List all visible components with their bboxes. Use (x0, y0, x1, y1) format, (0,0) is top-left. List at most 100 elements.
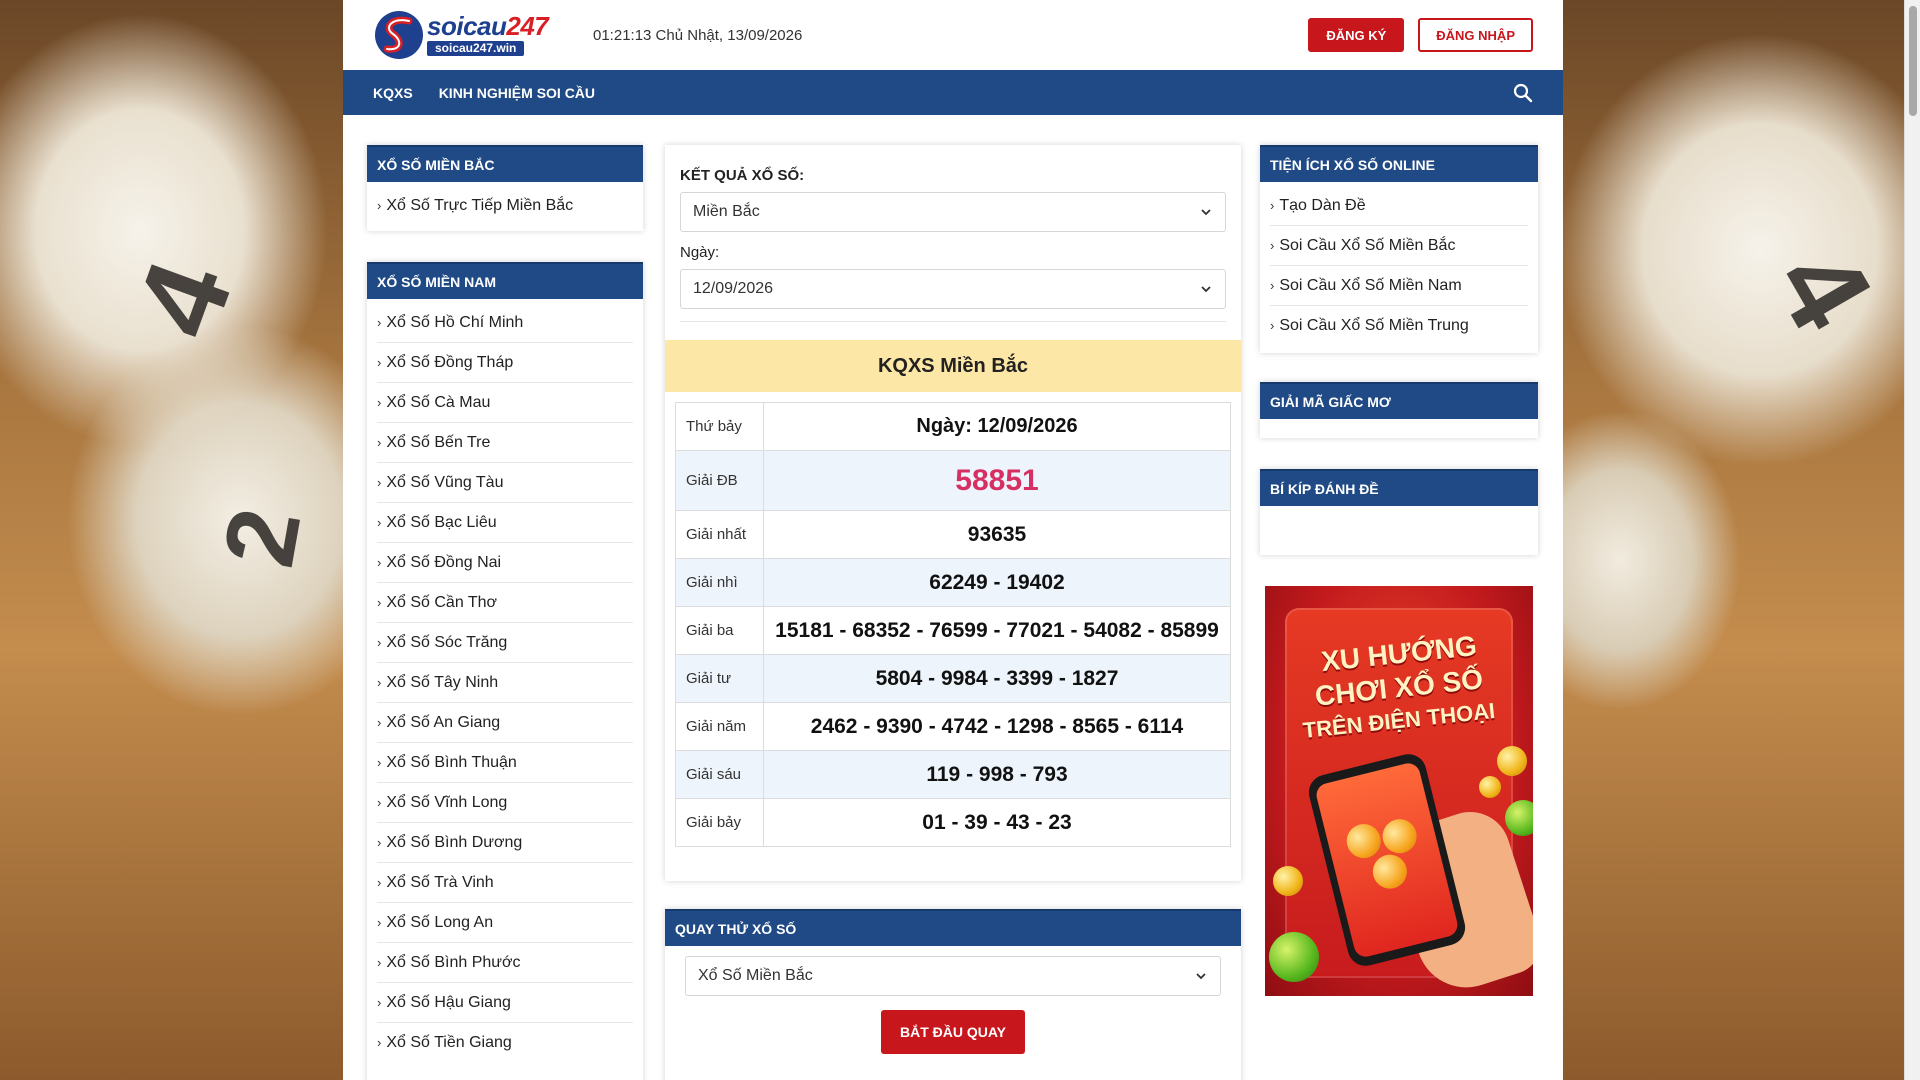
prize-label: Giải năm (675, 702, 764, 751)
chevron-right-icon: › (377, 515, 382, 530)
chevron-right-icon: › (377, 915, 382, 930)
link-tra-vinh[interactable]: › Xổ Số Trà Vinh (377, 863, 633, 903)
result-title: KQXS Miền Bắc (665, 340, 1241, 392)
lottery-ball-decoration (1269, 932, 1319, 982)
divider (680, 321, 1226, 322)
table-row: Giải sáu 119 - 998 - 793 (675, 750, 1231, 799)
chevron-right-icon: › (377, 715, 382, 730)
link-binh-thuan[interactable]: › Xổ Số Bình Thuận (377, 743, 633, 783)
spin-select[interactable]: Xổ Số Miền Bắc (685, 956, 1221, 996)
date-cell: Ngày: 12/09/2026 (763, 402, 1231, 451)
link-tao-dan-de[interactable]: › Tạo Dàn Đề (1270, 186, 1528, 226)
chevron-right-icon: › (377, 435, 382, 450)
link-soi-cau-mien-trung[interactable]: › Soi Cầu Xổ Số Miền Trung (1270, 306, 1528, 346)
link-tay-ninh[interactable]: › Xổ Số Tây Ninh (377, 663, 633, 703)
link-binh-duong[interactable]: › Xổ Số Bình Dương (377, 823, 633, 863)
spin-panel: QUAY THỬ XỔ SỐ Xổ Số Miền Bắc BẮT ĐẦU QU… (665, 909, 1241, 1080)
table-row: Giải nhì 62249 - 19402 (675, 558, 1231, 607)
date-select-value: 12/09/2026 (693, 280, 774, 297)
link-bac-lieu[interactable]: › Xổ Số Bạc Liêu (377, 503, 633, 543)
box-mien-nam: XỔ SỐ MIỀN NAM › Xổ Số Hồ Chí Minh › Xổ Số… (367, 262, 643, 1080)
chevron-right-icon: › (377, 675, 382, 690)
box-title: TIỆN ÍCH XỔ SỐ ONLINE (1260, 145, 1538, 182)
link-tien-giang[interactable]: › Xổ Số Tiền Giang (377, 1023, 633, 1063)
prize-label: Giải nhì (675, 558, 764, 607)
logo-url: soicau247.win (427, 41, 525, 56)
region-select[interactable]: Miền Bắc (680, 192, 1226, 232)
date-select[interactable]: 12/09/2026 (680, 269, 1226, 309)
box-tools: TIỆN ÍCH XỔ SỐ ONLINE › Tạo Dàn Đề › Soi C… (1260, 145, 1538, 353)
coin-decoration (1479, 776, 1501, 798)
box-title[interactable]: GIẢI MÃ GIẤC MƠ (1260, 382, 1538, 419)
chevron-right-icon: › (377, 995, 382, 1010)
link-dong-thap[interactable]: › Xổ Số Đồng Tháp (377, 343, 633, 383)
lottery-ball-decoration: 2 (202, 500, 323, 575)
coin-decoration (1497, 746, 1527, 776)
day-cell: Thứ bảy (675, 402, 764, 451)
prize-label: Giải bảy (675, 798, 764, 847)
link-ca-mau[interactable]: › Xổ Số Cà Mau (377, 383, 633, 423)
scrollbar-thumb[interactable] (1909, 6, 1917, 116)
chevron-right-icon: › (377, 475, 382, 490)
table-row: Giải ba 15181 - 68352 - 76599 - 77021 - … (675, 606, 1231, 655)
logo-name: soicau247 (427, 11, 549, 41)
table-row: Giải tư 5804 - 9984 - 3399 - 1827 (675, 654, 1231, 703)
link-truc-tiep-mien-bac[interactable]: › Xổ Số Trực Tiếp Miền Bắc (377, 186, 633, 226)
link-can-tho[interactable]: › Xổ Số Cần Thơ (377, 583, 633, 623)
table-row: Giải bảy 01 - 39 - 43 - 23 (675, 798, 1231, 847)
spin-select-value: Xổ Số Miền Bắc (698, 967, 813, 984)
date-label: Ngày: (680, 244, 720, 261)
chevron-right-icon: › (1270, 238, 1275, 253)
table-row: Thứ bảy Ngày: 12/09/2026 (675, 402, 1231, 451)
link-ho-chi-minh[interactable]: › Xổ Số Hồ Chí Minh (377, 303, 633, 343)
box-title[interactable]: BÍ KÍP ĐÁNH ĐỀ (1260, 469, 1538, 506)
coin-decoration (1273, 866, 1303, 896)
search-icon[interactable] (1513, 83, 1533, 103)
box-mien-bac: XỔ SỐ MIỀN BẮC › Xổ Số Trực Tiếp Miền Bắc (367, 145, 643, 231)
link-binh-phuoc[interactable]: › Xổ Số Bình Phước (377, 943, 633, 983)
link-an-giang[interactable]: › Xổ Số An Giang (377, 703, 633, 743)
register-button[interactable]: ĐĂNG KÝ (1308, 18, 1405, 52)
chevron-right-icon: › (377, 595, 382, 610)
chevron-down-icon (1201, 209, 1211, 216)
chevron-right-icon: › (1270, 318, 1275, 333)
result-table: Thứ bảy Ngày: 12/09/2026 Giải ĐB 58851 G… (675, 402, 1231, 847)
chevron-right-icon: › (377, 355, 382, 370)
table-row: Giải nhất 93635 (675, 510, 1231, 559)
prize-value: 01 - 39 - 43 - 23 (763, 798, 1231, 847)
prize-label: Giải ba (675, 606, 764, 655)
link-vinh-long[interactable]: › Xổ Số Vĩnh Long (377, 783, 633, 823)
prize-value: 62249 - 19402 (763, 558, 1231, 607)
nav-item-kinh-nghiem[interactable]: KINH NGHIỆM SOI CẦU (439, 85, 595, 101)
prize-value: 2462 - 9390 - 4742 - 1298 - 8565 - 6114 (763, 702, 1231, 751)
chevron-right-icon: › (1270, 278, 1275, 293)
prize-label: Giải tư (675, 654, 764, 703)
link-soi-cau-mien-nam[interactable]: › Soi Cầu Xổ Số Miền Nam (1270, 266, 1528, 306)
link-dong-nai[interactable]: › Xổ Số Đồng Nai (377, 543, 633, 583)
site-logo[interactable]: soicau247 soicau247.win (373, 7, 553, 63)
link-long-an[interactable]: › Xổ Số Long An (377, 903, 633, 943)
current-datetime: 01:21:13 Chủ Nhật, 13/09/2026 (593, 26, 803, 44)
lottery-ball-decoration: 4 (1748, 226, 1899, 352)
table-row: Giải năm 2462 - 9390 - 4742 - 1298 - 856… (675, 702, 1231, 751)
chevron-right-icon: › (377, 315, 382, 330)
start-spin-button[interactable]: BẮT ĐẦU QUAY (881, 1010, 1025, 1054)
link-soi-cau-mien-bac[interactable]: › Soi Cầu Xổ Số Miền Bắc (1270, 226, 1528, 266)
chevron-right-icon: › (377, 1035, 382, 1050)
prize-label: Giải sáu (675, 750, 764, 799)
link-vung-tau[interactable]: › Xổ Số Vũng Tàu (377, 463, 633, 503)
prize-value: 93635 (763, 510, 1231, 559)
chevron-right-icon: › (1270, 198, 1275, 213)
link-hau-giang[interactable]: › Xổ Số Hậu Giang (377, 983, 633, 1023)
ad-banner[interactable]: XU HƯỚNG CHƠI XỔ SỐ TRÊN ĐIỆN THOẠI (1265, 586, 1533, 996)
lottery-ball-decoration (1505, 800, 1533, 836)
login-button[interactable]: ĐĂNG NHẬP (1418, 18, 1533, 52)
page-scrollbar[interactable] (1904, 0, 1920, 1080)
prize-label: Giải nhất (675, 510, 764, 559)
box-title: XỔ SỐ MIỀN BẮC (367, 145, 643, 182)
nav-item-kqxs[interactable]: KQXS (373, 85, 413, 101)
chevron-right-icon: › (377, 795, 382, 810)
lottery-ball-decoration: 4 (109, 244, 258, 354)
link-soc-trang[interactable]: › Xổ Số Sóc Trăng (377, 623, 633, 663)
link-ben-tre[interactable]: › Xổ Số Bến Tre (377, 423, 633, 463)
